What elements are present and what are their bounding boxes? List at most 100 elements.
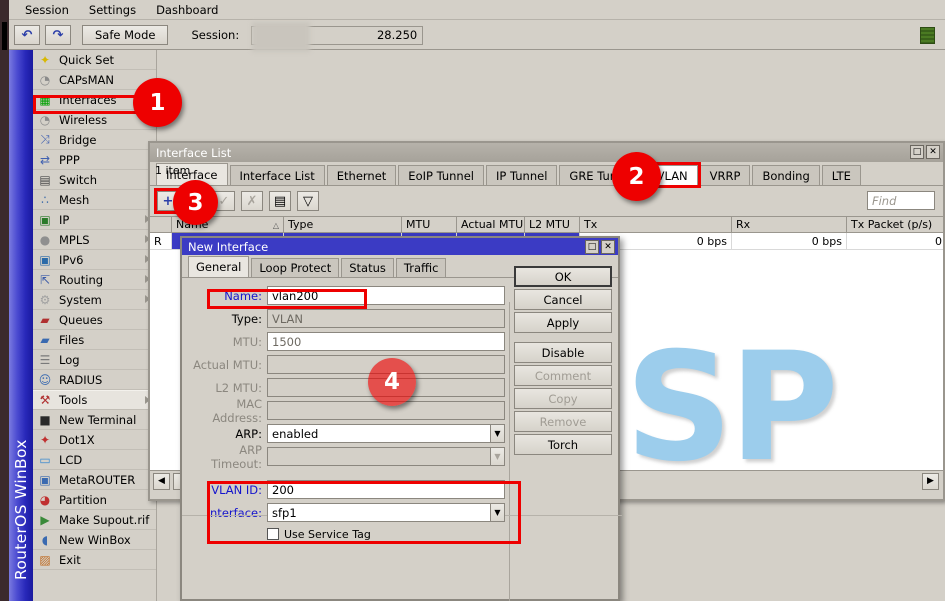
apply-button[interactable]: Apply xyxy=(514,312,612,333)
scroll-right-button[interactable]: ▶ xyxy=(922,473,939,490)
tab-bonding[interactable]: Bonding xyxy=(752,165,819,185)
input-type[interactable]: VLAN xyxy=(267,309,505,328)
find-input[interactable]: Find xyxy=(867,191,935,210)
column-header-label: Tx xyxy=(584,218,597,231)
sidebar-item-make-supout-rif[interactable]: ▶Make Supout.rif xyxy=(33,510,156,530)
sidebar-item-partition[interactable]: ◕Partition xyxy=(33,490,156,510)
sidebar-item-exit[interactable]: ▨Exit xyxy=(33,550,156,570)
tab-interface-list[interactable]: Interface List xyxy=(230,165,325,185)
input-mtu[interactable]: 1500 xyxy=(267,332,505,351)
dialog-tab-loop-protect[interactable]: Loop Protect xyxy=(251,258,339,277)
column-header-type[interactable]: Type xyxy=(284,217,402,232)
interface-list-titlebar[interactable]: Interface List □ ✕ xyxy=(150,143,943,162)
sidebar-item-quick-set[interactable]: ✦Quick Set xyxy=(33,50,156,70)
input-name[interactable]: vlan200 xyxy=(267,286,505,305)
dialog-maximize-icon[interactable]: □ xyxy=(585,240,599,254)
column-header-l2-mtu[interactable]: L2 MTU xyxy=(525,217,580,232)
dropdown-arrow-icon-interface[interactable]: ▼ xyxy=(490,503,505,522)
disable-button[interactable]: ✗ xyxy=(241,191,263,211)
field-row-vlan-id: VLAN ID:200 xyxy=(182,479,514,500)
menu-session[interactable]: Session xyxy=(15,1,79,19)
maximize-icon[interactable]: □ xyxy=(910,145,924,159)
dialog-close-icon[interactable]: ✕ xyxy=(601,240,615,254)
window-controls: □ ✕ xyxy=(910,145,940,159)
use-service-tag-row[interactable]: Use Service Tag xyxy=(182,525,618,543)
input-vlan-id[interactable]: 200 xyxy=(267,480,505,499)
field-row-actual-mtu: Actual MTU: xyxy=(182,354,514,375)
filter-button[interactable]: ▽ xyxy=(297,191,319,211)
close-icon[interactable]: ✕ xyxy=(926,145,940,159)
field-row-mac-address: MAC Address: xyxy=(182,400,514,421)
interface-list-title: Interface List xyxy=(156,146,231,160)
column-header-label: Actual MTU xyxy=(461,218,523,231)
tab-ip-tunnel[interactable]: IP Tunnel xyxy=(486,165,557,185)
sidebar-item-metarouter[interactable]: ▣MetaROUTER xyxy=(33,470,156,490)
sidebar-item-system[interactable]: ⚙System xyxy=(33,290,156,310)
cancel-button[interactable]: Cancel xyxy=(514,289,612,310)
session-address-field[interactable]: 28.250 xyxy=(251,26,423,45)
column-header-actual-mtu[interactable]: Actual MTU xyxy=(457,217,525,232)
sidebar-item-ppp[interactable]: ⇄PPP xyxy=(33,150,156,170)
menu-dashboard[interactable]: Dashboard xyxy=(146,1,228,19)
sidebar-item-label: Log xyxy=(59,353,80,367)
sidebar-item-tools[interactable]: ⚒Tools xyxy=(33,390,156,410)
sidebar-item-dot1x[interactable]: ✦Dot1X xyxy=(33,430,156,450)
sidebar-item-label: Mesh xyxy=(59,193,89,207)
dialog-tab-status[interactable]: Status xyxy=(341,258,394,277)
disable-button[interactable]: Disable xyxy=(514,342,612,363)
tab-vrrp[interactable]: VRRP xyxy=(700,165,751,185)
tab-ethernet[interactable]: Ethernet xyxy=(327,165,397,185)
table-cell-tx_packet: 0 xyxy=(847,233,943,250)
sidebar-item-ipv6[interactable]: ▣IPv6 xyxy=(33,250,156,270)
sidebar-item-radius[interactable]: ☺ RADIUS xyxy=(33,370,156,390)
torch-button[interactable]: Torch xyxy=(514,434,612,455)
redo-icon[interactable]: ↷ xyxy=(45,25,71,45)
tab-lte[interactable]: LTE xyxy=(822,165,861,185)
sidebar-item-label: PPP xyxy=(59,153,80,167)
new-interface-titlebar[interactable]: New Interface □ ✕ xyxy=(182,238,618,255)
undo-icon[interactable]: ↶ xyxy=(14,25,40,45)
queues-icon: ▰ xyxy=(37,313,53,327)
new-interface-dialog: New Interface □ ✕ GeneralLoop ProtectSta… xyxy=(180,236,620,601)
sidebar-item-files[interactable]: ▰Files xyxy=(33,330,156,350)
safe-mode-button[interactable]: Safe Mode xyxy=(82,25,168,45)
sidebar-item-new-terminal[interactable]: ■New Terminal xyxy=(33,410,156,430)
label-actual-mtu: Actual MTU: xyxy=(187,358,267,372)
sidebar-item-log[interactable]: ☰ Log xyxy=(33,350,156,370)
field-row-type: Type:VLAN xyxy=(182,308,514,329)
dropdown-arrow-icon-arp[interactable]: ▼ xyxy=(490,424,505,443)
input-arp[interactable]: enabled▼ xyxy=(267,424,505,443)
routing-icon: ⇱ xyxy=(37,273,53,287)
column-header-tx[interactable]: Tx xyxy=(580,217,732,232)
sidebar-item-routing[interactable]: ⇱Routing xyxy=(33,270,156,290)
column-header-label: Tx Packet (p/s) xyxy=(851,218,932,231)
ok-button[interactable]: OK xyxy=(514,266,612,287)
sidebar-item-ip[interactable]: ▣IP xyxy=(33,210,156,230)
menu-settings[interactable]: Settings xyxy=(79,1,146,19)
column-header-flag[interactable] xyxy=(150,217,172,232)
sidebar-item-mesh[interactable]: ∴Mesh xyxy=(33,190,156,210)
sidebar-item-queues[interactable]: ▰Queues xyxy=(33,310,156,330)
sidebar-item-switch[interactable]: ▤Switch xyxy=(33,170,156,190)
dialog-tab-traffic[interactable]: Traffic xyxy=(396,258,447,277)
comment-button: Comment xyxy=(514,365,612,386)
sidebar-item-lcd[interactable]: ▭LCD xyxy=(33,450,156,470)
log-icon: ☰ xyxy=(37,353,53,367)
input-interface[interactable]: sfp1▼ xyxy=(267,503,505,522)
column-header-mtu[interactable]: MTU xyxy=(402,217,457,232)
column-header-rx[interactable]: Rx xyxy=(732,217,847,232)
scroll-left-button[interactable]: ◀ xyxy=(153,473,170,490)
sidebar-item-new-winbox[interactable]: ◖New WinBox xyxy=(33,530,156,550)
radius-icon: ☺ xyxy=(37,373,53,387)
dialog-tab-general[interactable]: General xyxy=(188,256,249,277)
sidebar-item-label: RADIUS xyxy=(59,373,102,387)
interfaces-icon: ▦ xyxy=(37,93,53,107)
column-header-tx-packet-p-s[interactable]: Tx Packet (p/s) xyxy=(847,217,945,232)
value-mtu: 1500 xyxy=(272,335,301,349)
sidebar-item-mpls[interactable]: ●MPLS xyxy=(33,230,156,250)
sidebar-item-bridge[interactable]: ⤨Bridge xyxy=(33,130,156,150)
comment-button[interactable]: ▤ xyxy=(269,191,291,211)
use-service-tag-checkbox[interactable] xyxy=(267,528,279,540)
tab-eoip-tunnel[interactable]: EoIP Tunnel xyxy=(398,165,484,185)
value-name: vlan200 xyxy=(272,289,318,303)
